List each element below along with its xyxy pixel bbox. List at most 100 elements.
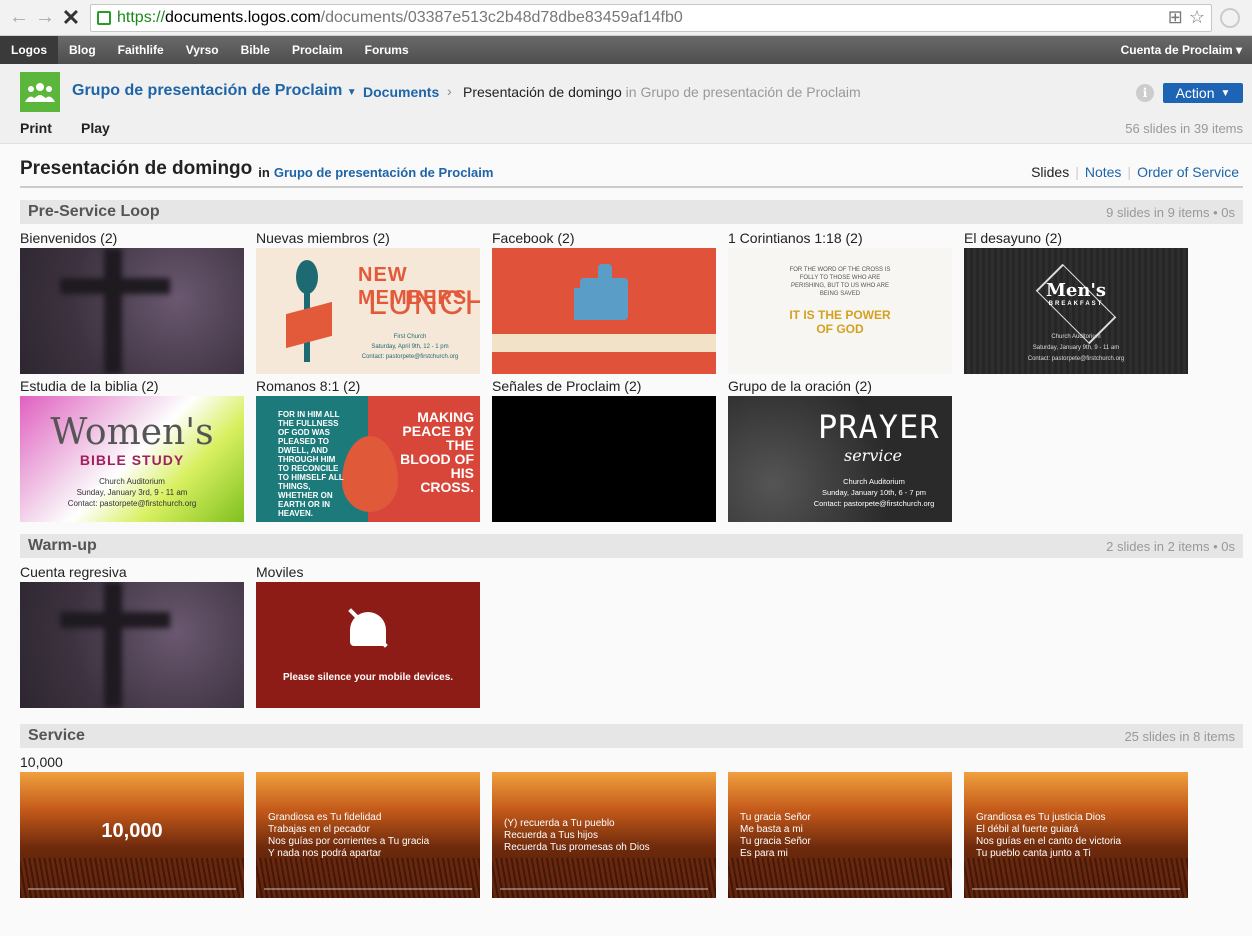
slide-thumbnail[interactable]: PRAYER service Church Auditorium Sunday, …	[728, 396, 952, 522]
nav-bible[interactable]: Bible	[230, 36, 281, 64]
slide-summary: 56 slides in 39 items	[1125, 121, 1243, 136]
browser-toolbar: ← → ✕ https:// documents.logos.com /docu…	[0, 0, 1252, 36]
slide-thumbnail[interactable]	[492, 248, 716, 374]
slide-item[interactable]: Facebook (2)	[492, 226, 716, 374]
slide-item[interactable]: El desayuno (2) Men's BREAKFAST Church Au…	[964, 226, 1188, 374]
play-button[interactable]: Play	[81, 120, 110, 136]
view-notes[interactable]: Notes	[1085, 164, 1122, 180]
forward-icon[interactable]: →	[32, 5, 58, 31]
slide-item[interactable]: Romanos 8:1 (2) FOR IN HIM ALL THE FULLN…	[256, 374, 480, 522]
bookmark-star-icon[interactable]: ☆	[1189, 7, 1205, 28]
slide-item-label: Bienvenidos (2)	[20, 230, 118, 246]
thumb-text: Men's BREAKFAST	[1045, 280, 1107, 307]
slide-item[interactable]: Cuenta regresiva	[20, 560, 244, 708]
slide-item[interactable]: Grandiosa es Tu justicia Dios El débil al…	[964, 750, 1188, 898]
slide-grid: Cuenta regresiva Moviles Please silence …	[20, 560, 1243, 708]
action-button[interactable]: Action ▼	[1163, 83, 1243, 103]
nav-vyrso[interactable]: Vyrso	[175, 36, 230, 64]
slide-item-label: 1 Corintianos 1:18 (2)	[728, 230, 863, 246]
thumb-text: Church Auditorium Sunday, January 3rd, 9 …	[67, 477, 197, 508]
slide-item[interactable]: Bienvenidos (2)	[20, 226, 244, 374]
back-icon[interactable]: ←	[6, 5, 32, 31]
slide-item[interactable]: (Y) recuerda a Tu pueblo Recuerda a Tus h…	[492, 750, 716, 898]
info-icon[interactable]: i	[1136, 84, 1154, 102]
account-menu[interactable]: Cuenta de Proclaim ▾	[1110, 36, 1252, 64]
slide-item[interactable]: Grupo de la oración (2) PRAYER service C…	[728, 374, 952, 522]
section-count: 9 slides in 9 items • 0s	[1106, 204, 1235, 220]
thumb-text: Grandiosa es Tu fidelidad Trabajas en el …	[268, 812, 430, 859]
document-header: Grupo de presentación de Proclaim ▼ Docu…	[0, 64, 1252, 144]
thumb-text: IT IS THE POWER OF GOD	[789, 308, 891, 336]
section-header-service[interactable]: Service 25 slides in 8 items	[20, 724, 1243, 748]
slide-thumbnail[interactable]	[20, 582, 244, 708]
extension-icon[interactable]	[1220, 7, 1240, 28]
slide-item-label	[728, 752, 952, 772]
slide-thumbnail[interactable]: Tu gracia Señor Me basta a mi Tu gracia Se…	[728, 772, 952, 898]
nav-blog[interactable]: Blog	[58, 36, 107, 64]
section-header-warm-up[interactable]: Warm-up 2 slides in 2 items • 0s	[20, 534, 1243, 558]
nav-logos[interactable]: Logos	[0, 36, 58, 64]
view-slides[interactable]: Slides	[1031, 164, 1069, 180]
slide-thumbnail[interactable]	[492, 396, 716, 522]
slide-thumbnail[interactable]: FOR THE WORD OF THE CROSS IS FOLLY TO TH…	[728, 248, 952, 374]
slide-item-label: Facebook (2)	[492, 230, 575, 246]
slide-thumbnail[interactable]: 10,000	[20, 772, 244, 898]
thumb-text: MAKING PEACE BY THE BLOOD OF HIS CROSS.	[400, 409, 474, 495]
slide-item-label: Grupo de la oración (2)	[728, 378, 872, 394]
section-header-pre-service[interactable]: Pre-Service Loop 9 slides in 9 items • 0…	[20, 200, 1243, 224]
translate-icon[interactable]: ⊞	[1168, 7, 1183, 28]
thumb-text: LUNCH	[368, 284, 480, 322]
slide-item[interactable]: Señales de Proclaim (2)	[492, 374, 716, 522]
section-name: Pre-Service Loop	[28, 203, 160, 220]
group-name-link[interactable]: Grupo de presentación de Proclaim ▼	[72, 82, 357, 100]
breadcrumb-documents[interactable]: Documents	[363, 84, 439, 100]
section-count: 2 slides in 2 items • 0s	[1106, 538, 1235, 554]
top-navigation: Logos Blog Faithlife Vyrso Bible Proclai…	[0, 36, 1252, 64]
slide-item[interactable]: 10,000 10,000	[20, 750, 244, 898]
view-order-of-service[interactable]: Order of Service	[1137, 164, 1239, 180]
spoon-icon	[296, 260, 318, 294]
thumb-text: Tu gracia Señor Me basta a mi Tu gracia Se…	[740, 812, 811, 859]
group-icon[interactable]	[20, 72, 60, 112]
section-name: Warm-up	[28, 537, 97, 554]
document-content: Presentación de domingo in Grupo de pres…	[0, 144, 1252, 898]
slide-thumbnail[interactable]: Women's BIBLE STUDY Church Auditorium Sun…	[20, 396, 244, 522]
nav-forums[interactable]: Forums	[354, 36, 420, 64]
chevron-down-icon: ▼	[346, 87, 357, 98]
slide-thumbnail[interactable]: NEW MEMBERS LUNCH First Church Saturday, …	[256, 248, 480, 374]
slide-item-label	[256, 752, 480, 772]
slide-item-label: Estudia de la biblia (2)	[20, 378, 159, 394]
doc-group-link[interactable]: Grupo de presentación de Proclaim	[274, 165, 494, 180]
page-title: Presentación de domingo	[20, 158, 253, 179]
lock-icon	[97, 10, 111, 25]
nav-proclaim[interactable]: Proclaim	[281, 36, 354, 64]
slide-item[interactable]: Estudia de la biblia (2) Women's BIBLE S…	[20, 374, 244, 522]
slide-thumbnail[interactable]: Grandiosa es Tu fidelidad Trabajas en el …	[256, 772, 480, 898]
print-button[interactable]: Print	[20, 120, 52, 136]
thumb-text: Women's	[50, 412, 214, 453]
doc-title-row: Presentación de domingo in Grupo de pres…	[20, 144, 1243, 188]
slide-item[interactable]: Nuevas miembros (2) NEW MEMBERS LUNCH Fi…	[256, 226, 480, 374]
slide-item[interactable]: Moviles Please silence your mobile devic…	[256, 560, 480, 708]
slide-thumbnail[interactable]: FOR IN HIM ALL THE FULLNESS OF GOD WAS P…	[256, 396, 480, 522]
address-bar[interactable]: https:// documents.logos.com /documents/…	[90, 3, 1212, 32]
slide-thumbnail[interactable]: Please silence your mobile devices.	[256, 582, 480, 708]
slide-thumbnail[interactable]: (Y) recuerda a Tu pueblo Recuerda a Tus h…	[492, 772, 716, 898]
thumb-text: Grandiosa es Tu justicia Dios El débil al…	[976, 812, 1122, 859]
breadcrumb-separator-icon: ›	[447, 83, 452, 99]
stop-loading-icon[interactable]: ✕	[58, 5, 84, 31]
slide-item[interactable]: Grandiosa es Tu fidelidad Trabajas en el …	[256, 750, 480, 898]
slide-item[interactable]: Tu gracia Señor Me basta a mi Tu gracia Se…	[728, 750, 952, 898]
slide-thumbnail[interactable]	[20, 248, 244, 374]
slide-item-label: Señales de Proclaim (2)	[492, 378, 642, 394]
section-name: Service	[28, 727, 85, 744]
slide-thumbnail[interactable]: Grandiosa es Tu justicia Dios El débil al…	[964, 772, 1188, 898]
slide-item[interactable]: 1 Corintianos 1:18 (2) FOR THE WORD OF T…	[728, 226, 952, 374]
nav-faithlife[interactable]: Faithlife	[107, 36, 175, 64]
thumb-text: FOR THE WORD OF THE CROSS IS FOLLY TO TH…	[789, 267, 891, 297]
thumb-text: Church Auditorium Saturday, January 9th, …	[1027, 334, 1125, 362]
thumbs-up-icon	[574, 264, 628, 320]
thumb-text: BIBLE STUDY	[79, 452, 185, 468]
slide-item-label: Romanos 8:1 (2)	[256, 378, 361, 394]
slide-thumbnail[interactable]: Men's BREAKFAST Church Auditorium Saturday…	[964, 248, 1188, 374]
